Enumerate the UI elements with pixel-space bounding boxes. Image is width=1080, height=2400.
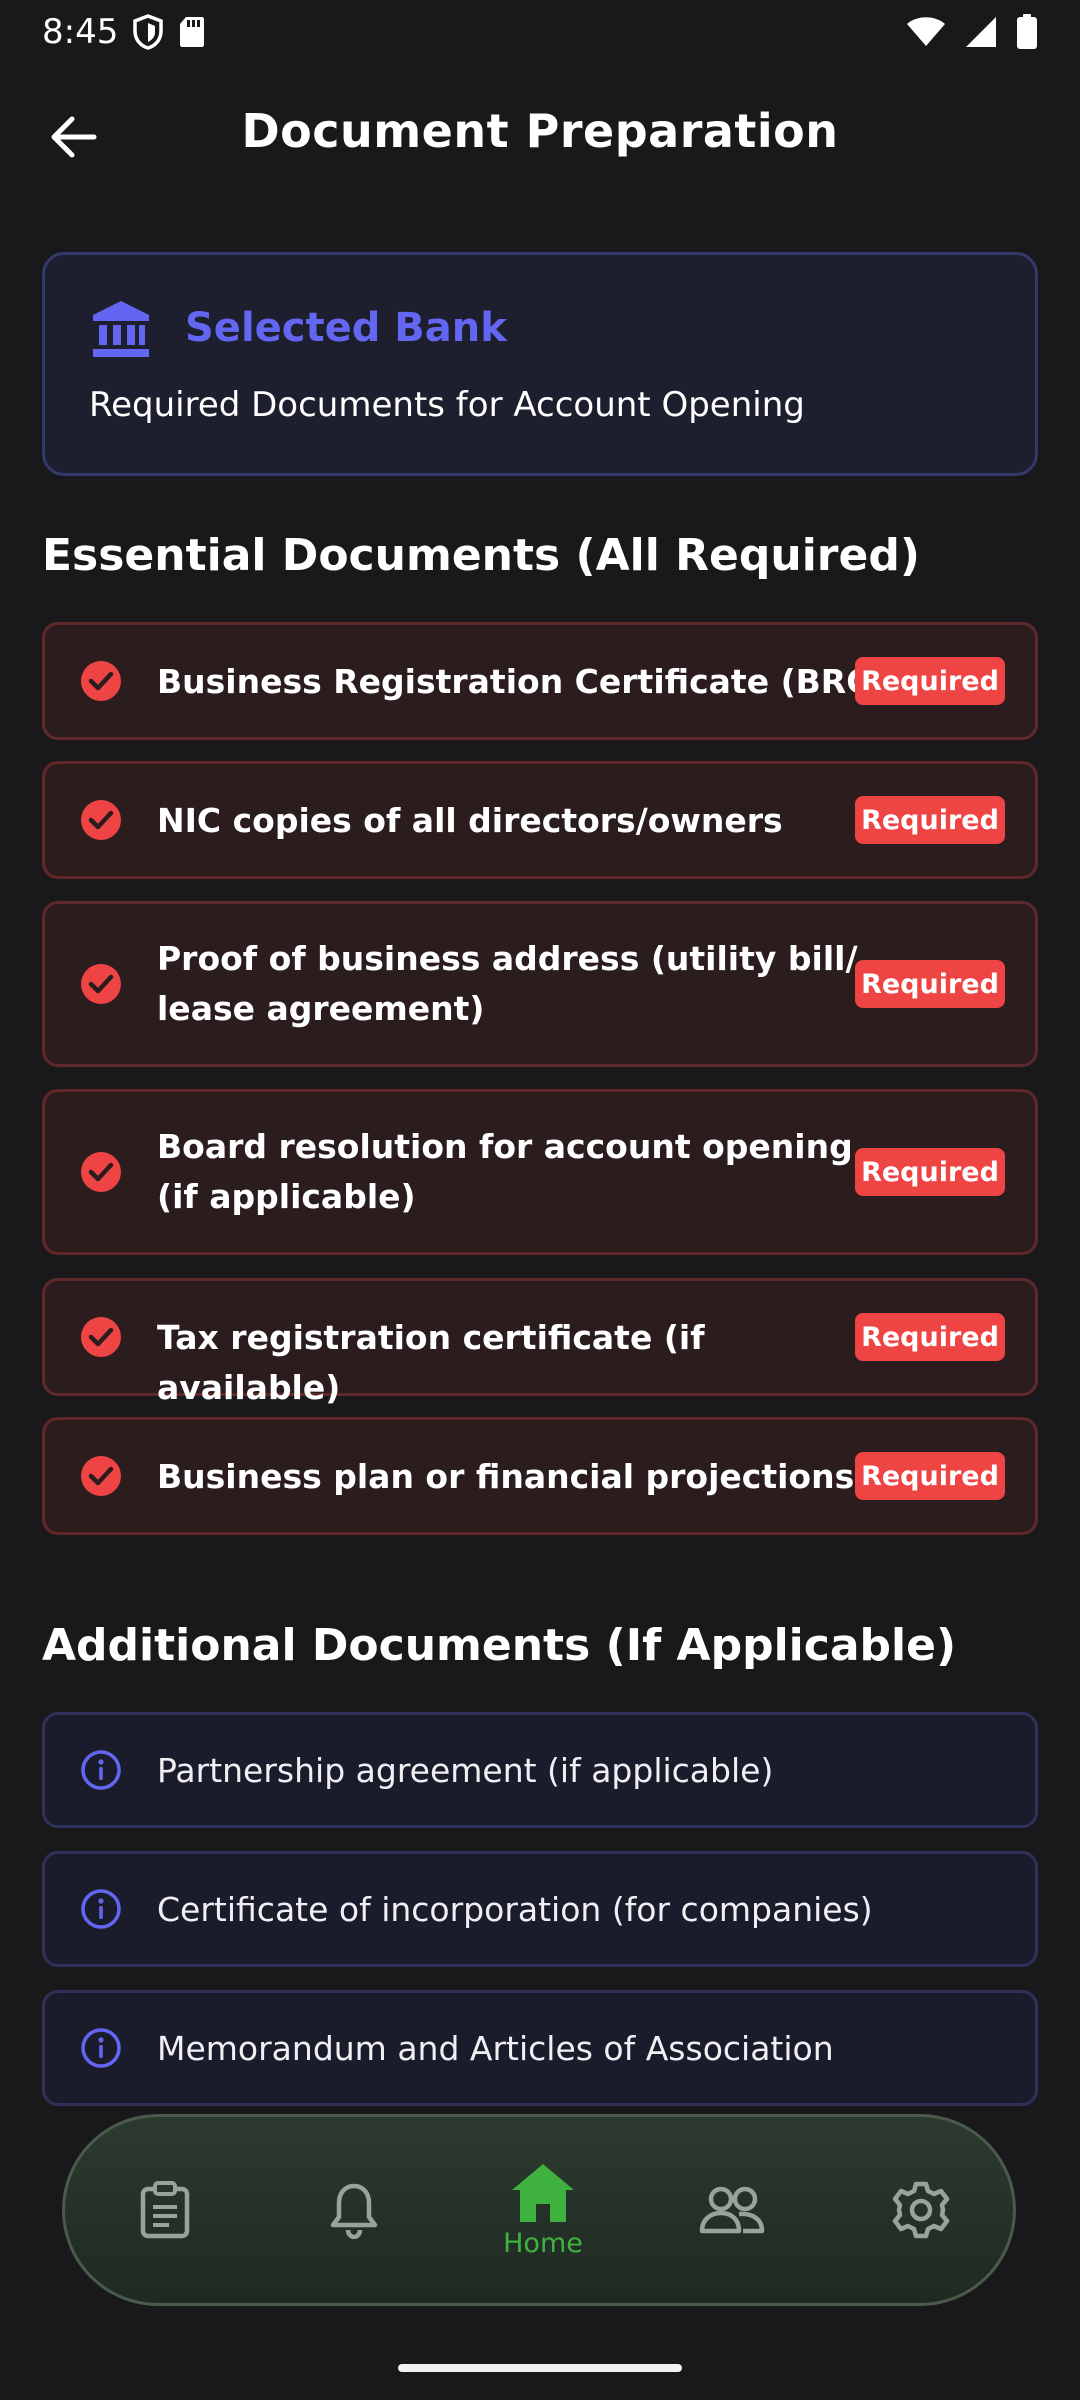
document-label: NIC copies of all directors/owners: [157, 801, 783, 840]
signal-icon: [966, 17, 996, 47]
list-item: Partnership agreement (if applicable): [42, 1712, 1038, 1828]
check-circle-icon: [81, 1152, 121, 1192]
bank-title: Selected Bank: [185, 305, 507, 351]
wifi-icon: [907, 17, 945, 46]
sd-card-icon: [180, 17, 205, 47]
check-circle-icon: [81, 1317, 121, 1357]
document-label: Proof of business address (utility bill/…: [157, 939, 858, 1028]
check-circle-icon: [81, 661, 121, 701]
status-bar: 8:45: [0, 0, 1080, 64]
document-label: Partnership agreement (if applicable): [157, 1751, 774, 1790]
required-badge: Required: [855, 1313, 1005, 1361]
bank-subtitle: Required Documents for Account Opening: [89, 385, 805, 425]
info-icon: [81, 2028, 121, 2068]
document-label: Certificate of incorporation (for compan…: [157, 1890, 873, 1929]
list-item: Business plan or financial projections R…: [42, 1417, 1038, 1535]
document-label: Board resolution for account opening (if…: [157, 1127, 853, 1216]
document-label: Memorandum and Articles of Association: [157, 2029, 834, 2068]
battery-icon: [1017, 14, 1037, 49]
required-badge: Required: [855, 1452, 1005, 1500]
status-left: 8:45: [42, 12, 206, 52]
essential-documents-heading: Essential Documents (All Required): [42, 530, 920, 581]
home-icon: [512, 2163, 574, 2222]
required-badge: Required: [855, 657, 1005, 705]
page-title: Document Preparation: [241, 104, 839, 158]
required-badge: Required: [855, 796, 1005, 844]
list-item: Board resolution for account opening (if…: [42, 1089, 1038, 1255]
list-item: NIC copies of all directors/owners Requi…: [42, 761, 1038, 879]
check-circle-icon: [81, 964, 121, 1004]
list-item: Certificate of incorporation (for compan…: [42, 1851, 1038, 1967]
list-item: Proof of business address (utility bill/…: [42, 901, 1038, 1067]
info-icon: [81, 1889, 121, 1929]
shield-icon: [133, 14, 164, 50]
nav-item-documents[interactable]: [95, 2117, 235, 2303]
required-badge: Required: [855, 960, 1005, 1008]
gear-icon: [892, 2181, 950, 2239]
people-icon: [699, 2186, 765, 2234]
additional-documents-heading: Additional Documents (If Applicable): [42, 1620, 957, 1671]
nav-item-notifications[interactable]: [284, 2117, 424, 2303]
nav-home-label: Home: [503, 2227, 583, 2259]
selected-bank-card: Selected Bank Required Documents for Acc…: [42, 252, 1038, 476]
bell-icon: [330, 2183, 378, 2239]
required-badge: Required: [855, 1148, 1005, 1196]
status-time: 8:45: [42, 12, 119, 52]
home-indicator[interactable]: [398, 2364, 682, 2372]
bank-icon: [93, 301, 149, 357]
app-bar: Document Preparation: [0, 84, 1080, 188]
info-icon: [81, 1750, 121, 1790]
document-label: Business Registration Certificate (BRC): [157, 662, 886, 701]
clipboard-icon: [140, 2181, 190, 2239]
list-item: Memorandum and Articles of Association: [42, 1990, 1038, 2106]
document-label: Tax registration certificate (if availab…: [157, 1318, 705, 1407]
document-label: Business plan or financial projections: [157, 1457, 855, 1496]
nav-item-settings[interactable]: [851, 2117, 991, 2303]
status-right: [906, 14, 1038, 50]
bottom-navigation: Home: [62, 2114, 1016, 2306]
nav-item-people[interactable]: [662, 2117, 802, 2303]
check-circle-icon: [81, 800, 121, 840]
check-circle-icon: [81, 1456, 121, 1496]
list-item: Business Registration Certificate (BRC) …: [42, 622, 1038, 740]
list-item: Tax registration certificate (if availab…: [42, 1278, 1038, 1407]
nav-item-home[interactable]: Home: [473, 2117, 613, 2303]
